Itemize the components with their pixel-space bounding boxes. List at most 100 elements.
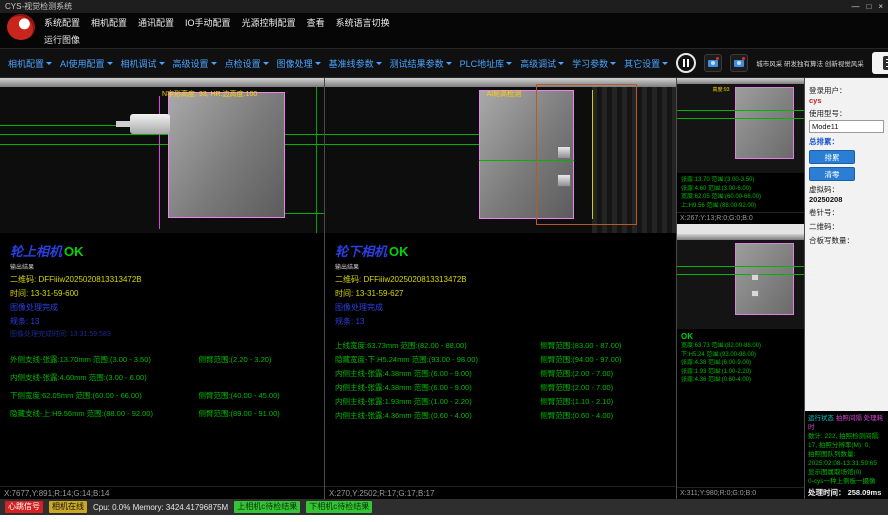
tool-label: 高级设置 (173, 57, 209, 70)
inspected-part (168, 92, 285, 218)
reel-number-label: 卷针号： (809, 207, 884, 218)
measurement-range: 侧臂范围:(2.00 - 7.00) (540, 367, 666, 381)
camera-live-button[interactable] (730, 54, 748, 72)
pause-bar-icon (683, 59, 685, 67)
menu-item-io-manual[interactable]: IO手动配置 (185, 16, 231, 29)
measurement-row: 隐藏支线-上:H9.56mm 范围:(88.00 - 92.00)侧臂范围:(8… (10, 405, 314, 423)
chevron-down-icon (446, 62, 452, 65)
time-text: 时间: 13-31-59-627 (335, 288, 666, 299)
measurement-range: 侧臂范围:(0.60 - 4.00) (540, 409, 666, 423)
probe-tool (130, 114, 170, 134)
maximize-icon[interactable]: □ (866, 0, 871, 13)
preview-line: 张露:1.93 范围:(1.00-2.20) (681, 368, 800, 377)
measurement-range: 侧臂范围:(2.00 - 7.00) (540, 381, 666, 395)
tool-spot-check[interactable]: 点检设置 (225, 57, 269, 70)
model-label: 使用型号： (809, 108, 884, 119)
tool-other-settings[interactable]: 其它设置 (624, 57, 668, 70)
shiny-component (751, 290, 759, 297)
processing-time: 处理时间： 258.09ms (808, 488, 885, 497)
inspected-part (735, 87, 793, 159)
toolbar-right: 城市风采 研发独有算法 创新视觉风采 (676, 52, 888, 74)
tool-advanced-settings[interactable]: 高级设置 (173, 57, 217, 70)
camera-panel-lower: AI轮高检测 轮下相机OK 输出结果 二维码: DFFiiiw202502081… (325, 78, 677, 499)
qr-code-label: 二维码： (809, 221, 884, 232)
preview-line: 下:H5.24 范围:(93.00-98.00) (681, 351, 800, 360)
tool-label: 测试结果参数 (390, 57, 444, 70)
stats-line: 显示图属取场馆(0) (808, 468, 885, 477)
result-title: 轮上相机 (10, 244, 62, 259)
menu-item-camera-config[interactable]: 相机配置 (91, 16, 127, 29)
measurement-range: 侧臂范围:(89.00 - 91.00) (198, 405, 314, 423)
menu-item-view[interactable]: 查看 (307, 16, 325, 29)
clear-button[interactable]: 清零 (809, 167, 855, 181)
overlay-annotation: N字形高度: 93, HR:边高度:100 (162, 89, 257, 99)
preview-card-1: 高度:93 张露:13.70 范围:(3.00-3.50) 张露:4.60 范围… (677, 78, 804, 224)
measurement-row: 内侧主线-张露:4.38mm 范围:(6.00 - 9.00)侧臂范围:(2.0… (335, 381, 666, 395)
metal-rail (677, 78, 804, 84)
model-select[interactable]: Mode11 (809, 120, 884, 133)
chevron-down-icon (107, 62, 113, 65)
stats-header: 运行状态 拍照间隔 处理耗时 (808, 414, 885, 432)
measurement-list: 上线宽度:63.73mm 范围:(82.00 - 88.00)侧臂范围:(83.… (335, 339, 666, 423)
accumulate-button[interactable]: 排累 (809, 150, 855, 164)
tool-plc-address[interactable]: PLC地址库 (460, 57, 513, 70)
main-area: N字形高度: 93, HR:边高度:100 轮上相机OK 输出结果 二维码: D… (0, 78, 888, 499)
tool-camera-debug[interactable]: 相机调试 (121, 57, 165, 70)
virtual-code-label: 虚拟码： (809, 184, 884, 195)
overlay-line (677, 274, 804, 275)
run-image-label[interactable]: 运行图像 (44, 33, 80, 46)
tool-label: 基准线参数 (329, 57, 374, 70)
result-title: 轮下相机 (335, 244, 387, 259)
tool-label: 点检设置 (225, 57, 261, 70)
status-bar: 心跳信号 相机在线 Cpu: 0.0% Memory: 3424.4179687… (0, 499, 888, 515)
tool-ai-config[interactable]: AI使用配置 (60, 57, 113, 70)
tool-baseline-params[interactable]: 基准线参数 (329, 57, 382, 70)
preview-image-2[interactable] (677, 234, 804, 329)
menu-item-language[interactable]: 系统语言切换 (336, 16, 390, 29)
minimize-icon[interactable]: — (851, 0, 859, 13)
measurement-range (198, 369, 314, 387)
info-panel-fields: 登录用户： cys 使用型号： Mode11 总排累： 排累 清零 虚拟码： 2… (805, 78, 888, 246)
preview-line: 上:H9.56 范围:(88.00-92.00) (681, 202, 800, 211)
cpu-memory-text: Cpu: 0.0% Memory: 3424.41796875M (93, 503, 228, 512)
tool-test-result-params[interactable]: 测试结果参数 (390, 57, 452, 70)
tool-advanced-debug[interactable]: 高级调试 (520, 57, 564, 70)
grid-tool-button[interactable] (883, 56, 888, 70)
camera-panel-upper: N字形高度: 93, HR:边高度:100 轮上相机OK 输出结果 二维码: D… (0, 78, 325, 499)
tool-camera-config[interactable]: 相机配置 (8, 57, 52, 70)
result-ok-badge: OK (389, 244, 409, 259)
heartbeat-badge: 心跳信号 (5, 501, 43, 513)
overlay-annotation: AI轮高检测 (486, 89, 521, 99)
preview-card-2: OK 宽度:63.73 范围:(82.00-88.00) 下:H5.24 范围:… (677, 234, 804, 499)
camera-view-upper[interactable]: N字形高度: 93, HR:边高度:100 (0, 78, 324, 233)
measurement-range: 侧臂范围:(2.20 - 3.20) (198, 351, 314, 369)
stats-line: 拍照图队列数量: (808, 450, 885, 459)
measurement-value: 内侧主线-张露:1.93mm 范围:(1.00 - 2.20) (335, 395, 540, 409)
pixel-coords-upper: X:7677,Y:891;R:14;G:14;B:14 (0, 486, 324, 499)
result-subtitle: 输出结果 (335, 262, 666, 271)
menu-item-comm-config[interactable]: 通讯配置 (138, 16, 174, 29)
close-icon[interactable]: × (878, 0, 883, 13)
measurement-value: 隐藏支线-上:H9.56mm 范围:(88.00 - 92.00) (10, 405, 198, 423)
camera-snapshot-button[interactable] (704, 54, 722, 72)
overlay-vline (592, 90, 593, 219)
tool-learning-params[interactable]: 学习参数 (572, 57, 616, 70)
menu-item-light-control[interactable]: 光源控制配置 (242, 16, 296, 29)
tool-label: 相机调试 (121, 57, 157, 70)
chevron-down-icon (662, 62, 668, 65)
bottom-strip (0, 515, 888, 522)
measurement-row: 内侧主线-张露:4.36mm 范围:(0.60 - 4.00)侧臂范围:(0.6… (335, 409, 666, 423)
window-controls: — □ × (851, 0, 883, 13)
measurement-value: 内侧支线-张露:4.60mm 范围:(3.00 - 6.00) (10, 369, 198, 387)
preview-gap (677, 224, 804, 234)
camera-view-lower[interactable]: AI轮高检测 (325, 78, 676, 233)
pause-button[interactable] (676, 53, 696, 73)
preview-measurements: 张露:13.70 范围:(3.00-3.50) 张露:4.60 范围:(3.00… (677, 173, 804, 212)
total-count-label: 总排累： (809, 136, 884, 147)
preview-image-1[interactable]: 高度:93 (677, 78, 804, 173)
menu-item-system-config[interactable]: 系统配置 (44, 16, 80, 29)
tool-image-processing[interactable]: 图像处理 (277, 57, 321, 70)
preview-line: 宽度:63.73 范围:(82.00-88.00) (681, 342, 800, 351)
tool-label: 学习参数 (572, 57, 608, 70)
measurement-row: 下侧宽度:62.05mm 范围:(60.00 - 66.00)侧臂范围:(40.… (10, 387, 314, 405)
